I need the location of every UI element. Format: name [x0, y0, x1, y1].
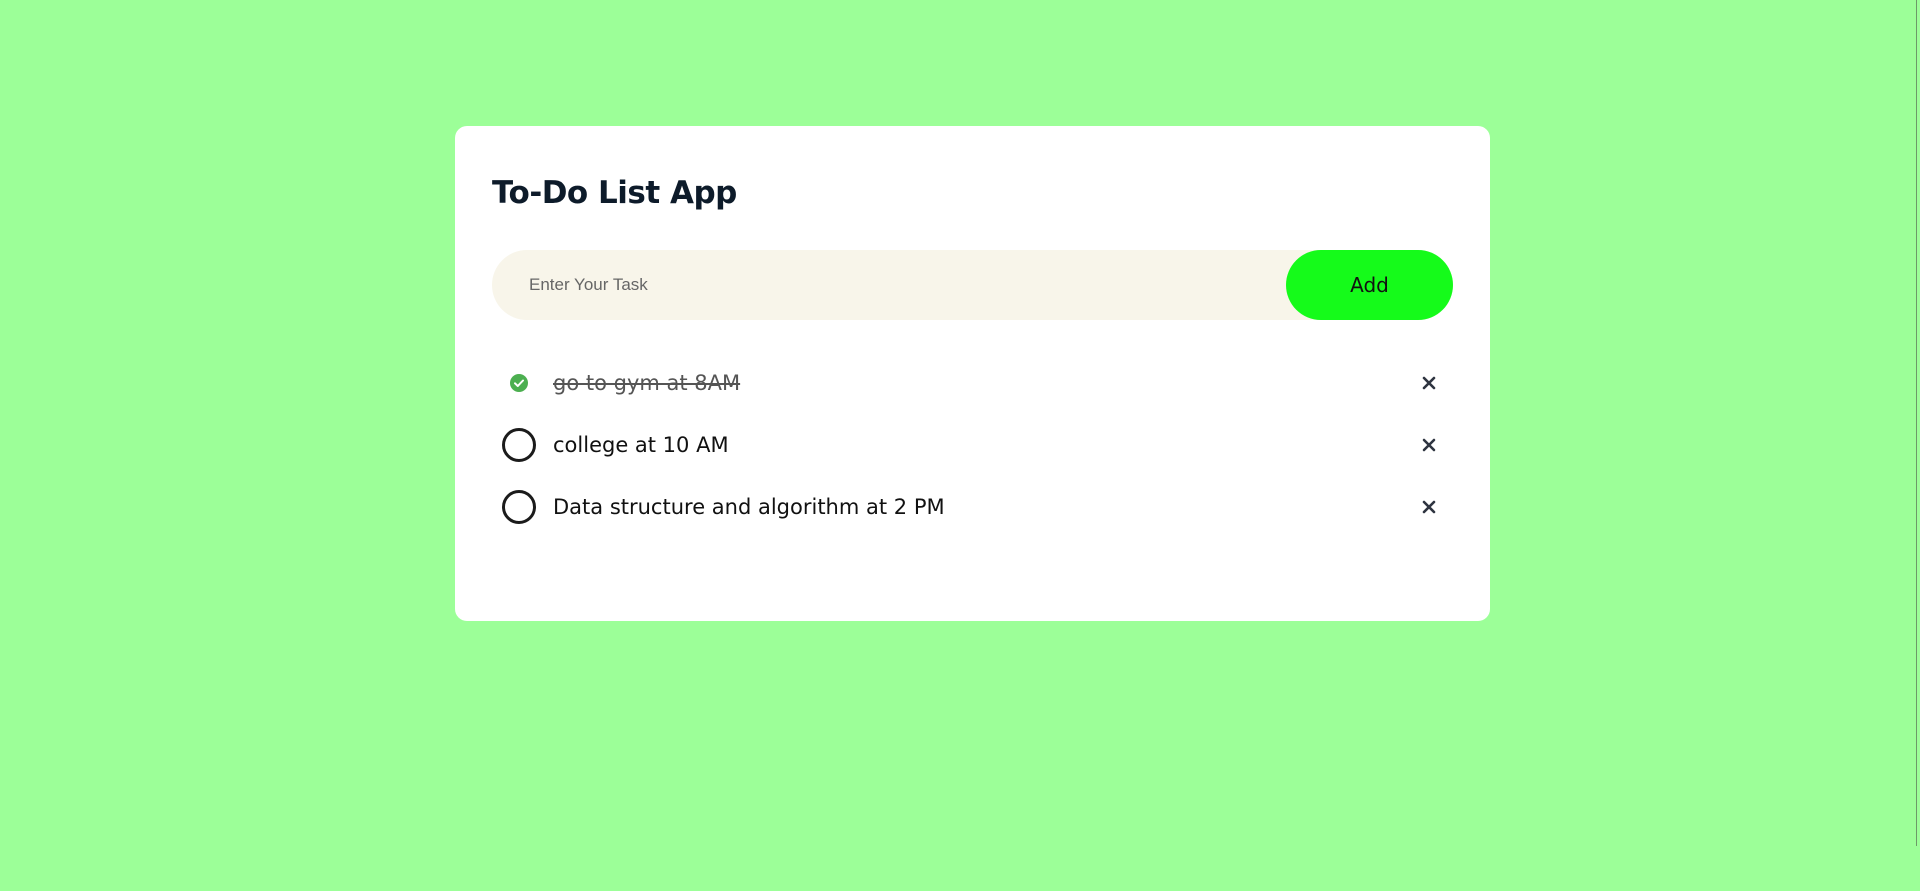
task-item-2[interactable]: college at 10 AM	[492, 414, 1453, 476]
check-circle-icon[interactable]	[502, 366, 536, 400]
todo-card: To-Do List App Add go to gym at 8AM coll…	[455, 126, 1490, 621]
close-icon[interactable]	[1417, 495, 1441, 519]
close-icon[interactable]	[1417, 433, 1441, 457]
circle-icon[interactable]	[502, 490, 536, 525]
task-item-3[interactable]: Data structure and algorithm at 2 PM	[492, 476, 1453, 538]
task-input[interactable]	[492, 250, 1282, 321]
app-title: To-Do List App	[492, 175, 737, 211]
circle-icon[interactable]	[502, 428, 536, 463]
task-text: college at 10 AM	[553, 432, 729, 457]
task-item-1[interactable]: go to gym at 8AM	[492, 352, 1453, 414]
task-list: go to gym at 8AM college at 10 AM Data s…	[492, 352, 1453, 538]
window-scrollbar-edge	[1916, 0, 1920, 846]
close-icon[interactable]	[1417, 371, 1441, 395]
task-text: go to gym at 8AM	[553, 370, 741, 395]
add-task-button[interactable]: Add	[1286, 250, 1453, 321]
task-input-row: Add	[492, 250, 1453, 321]
task-text: Data structure and algorithm at 2 PM	[553, 494, 945, 519]
